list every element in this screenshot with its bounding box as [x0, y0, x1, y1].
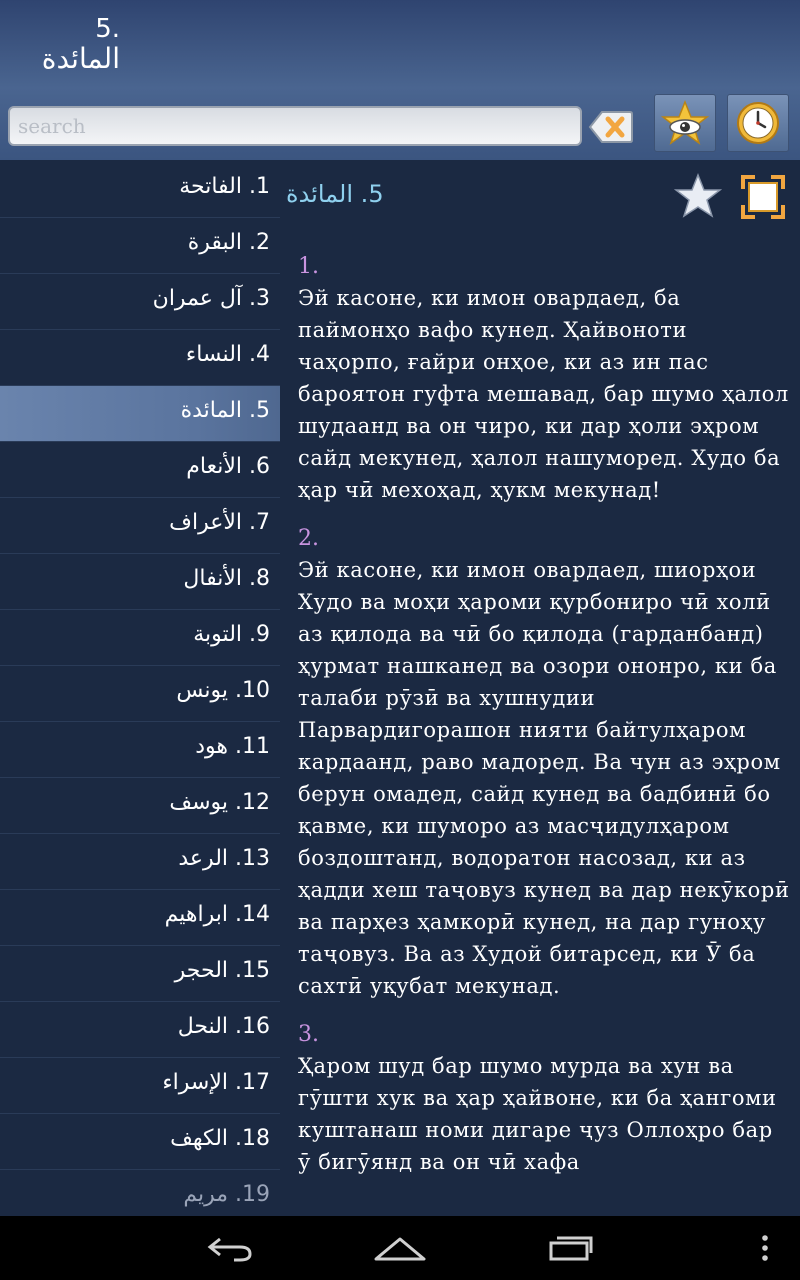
surah-list-item-label: 11. هود — [195, 734, 270, 759]
recent-apps-button[interactable] — [536, 1216, 606, 1280]
content-title-number: 5. — [360, 180, 384, 208]
surah-list-item-label: 19. مريم — [183, 1182, 270, 1207]
favorites-star-eye-icon — [661, 100, 709, 145]
surah-list-item-selected[interactable]: 5. المائدة — [0, 386, 280, 442]
favorites-button[interactable] — [654, 94, 716, 152]
surah-list-item[interactable]: 3. آل عمران — [0, 274, 280, 330]
overflow-menu-button[interactable] — [750, 1216, 780, 1280]
surah-list-item[interactable]: 7. الأعراف — [0, 498, 280, 554]
recent-apps-icon — [549, 1236, 593, 1261]
fullscreen-button[interactable] — [740, 174, 786, 220]
surah-list-item[interactable]: 17. الإسراء — [0, 1058, 280, 1114]
surah-list-item[interactable]: 9. التوبة — [0, 610, 280, 666]
surah-list-item-label: 17. الإسراء — [162, 1070, 270, 1095]
surah-list-item-label: 3. آل عمران — [152, 286, 270, 311]
overflow-menu-icon — [762, 1235, 768, 1261]
bookmark-star-button[interactable] — [673, 172, 723, 220]
surah-list-item[interactable]: 11. هود — [0, 722, 280, 778]
surah-list-item-label: 13. الرعد — [178, 846, 270, 871]
surah-list-item[interactable]: 1. الفاتحة — [0, 162, 280, 218]
back-icon — [207, 1237, 252, 1262]
surah-list-item-label: 4. النساء — [185, 342, 270, 367]
clear-search-icon — [588, 111, 633, 143]
verse-text: Эй касоне, ки имон овардаед, ба паймонҳо… — [298, 286, 789, 502]
clear-search-button[interactable] — [588, 108, 634, 146]
content-title: 5. المائدة — [286, 180, 486, 208]
verse-number: 2. — [298, 526, 319, 551]
surah-list-item[interactable]: 8. الأنفال — [0, 554, 280, 610]
system-navigation-bar — [0, 1216, 800, 1280]
back-button[interactable] — [196, 1216, 266, 1280]
surah-list-item-label: 7. الأعراف — [169, 510, 270, 535]
fullscreen-icon — [741, 175, 785, 219]
home-icon — [374, 1237, 426, 1261]
surah-list-item[interactable]: 4. النساء — [0, 330, 280, 386]
star-icon — [673, 172, 723, 218]
surah-list-item-label: 5. المائدة — [180, 398, 270, 423]
surah-list-item-label: 18. الكهف — [170, 1126, 270, 1151]
content-title-name: المائدة — [286, 180, 354, 208]
surah-list-item-label: 16. النحل — [177, 1014, 270, 1039]
clock-icon — [737, 102, 779, 144]
verse-list: 1. Эй касоне, ки имон овардаед, ба паймо… — [298, 252, 790, 1196]
surah-list-item-label: 12. يوسف — [169, 790, 270, 815]
header-surah-number: 5. — [95, 14, 120, 44]
app-header: 5. المائدة — [0, 0, 800, 160]
verse-number: 1. — [298, 254, 319, 279]
surah-list-item-label: 8. الأنفال — [183, 566, 270, 591]
surah-content[interactable]: 5. المائدة 1. Эй касоне, ки имон овардае… — [280, 162, 800, 1216]
surah-list-item[interactable]: 18. الكهف — [0, 1114, 280, 1170]
surah-list-item-label: 10. يونس — [176, 678, 270, 703]
surah-list-item-label: 15. الحجر — [174, 958, 270, 983]
surah-list-item-label: 1. الفاتحة — [179, 174, 270, 199]
surah-list[interactable]: 1. الفاتحة 2. البقرة 3. آل عمران 4. النس… — [0, 162, 280, 1216]
surah-list-item-label: 14. ابراهيم — [164, 902, 270, 927]
search-input[interactable] — [8, 106, 582, 146]
verse-number: 3. — [298, 1022, 319, 1047]
surah-list-item-label: 9. التوبة — [193, 622, 270, 647]
surah-list-item[interactable]: 12. يوسف — [0, 778, 280, 834]
surah-list-item[interactable]: 19. مريم — [0, 1170, 280, 1216]
surah-list-item[interactable]: 15. الحجر — [0, 946, 280, 1002]
surah-list-item[interactable]: 10. يونس — [0, 666, 280, 722]
surah-list-item[interactable]: 2. البقرة — [0, 218, 280, 274]
home-button[interactable] — [364, 1216, 436, 1280]
surah-list-item[interactable]: 13. الرعد — [0, 834, 280, 890]
verse-text: Ҳаром шуд бар шумо мурда ва хун ва гӯшти… — [298, 1054, 777, 1174]
surah-list-item-label: 6. الأنعام — [186, 454, 270, 479]
header-surah-name: المائدة — [41, 42, 120, 75]
surah-list-item[interactable]: 16. النحل — [0, 1002, 280, 1058]
surah-list-item[interactable]: 6. الأنعام — [0, 442, 280, 498]
surah-list-item[interactable]: 14. ابراهيم — [0, 890, 280, 946]
verse-text: Эй касоне, ки имон овардаед, шиорҳои Худ… — [298, 558, 790, 998]
history-button[interactable] — [727, 94, 789, 152]
surah-list-item-label: 2. البقرة — [187, 230, 270, 255]
